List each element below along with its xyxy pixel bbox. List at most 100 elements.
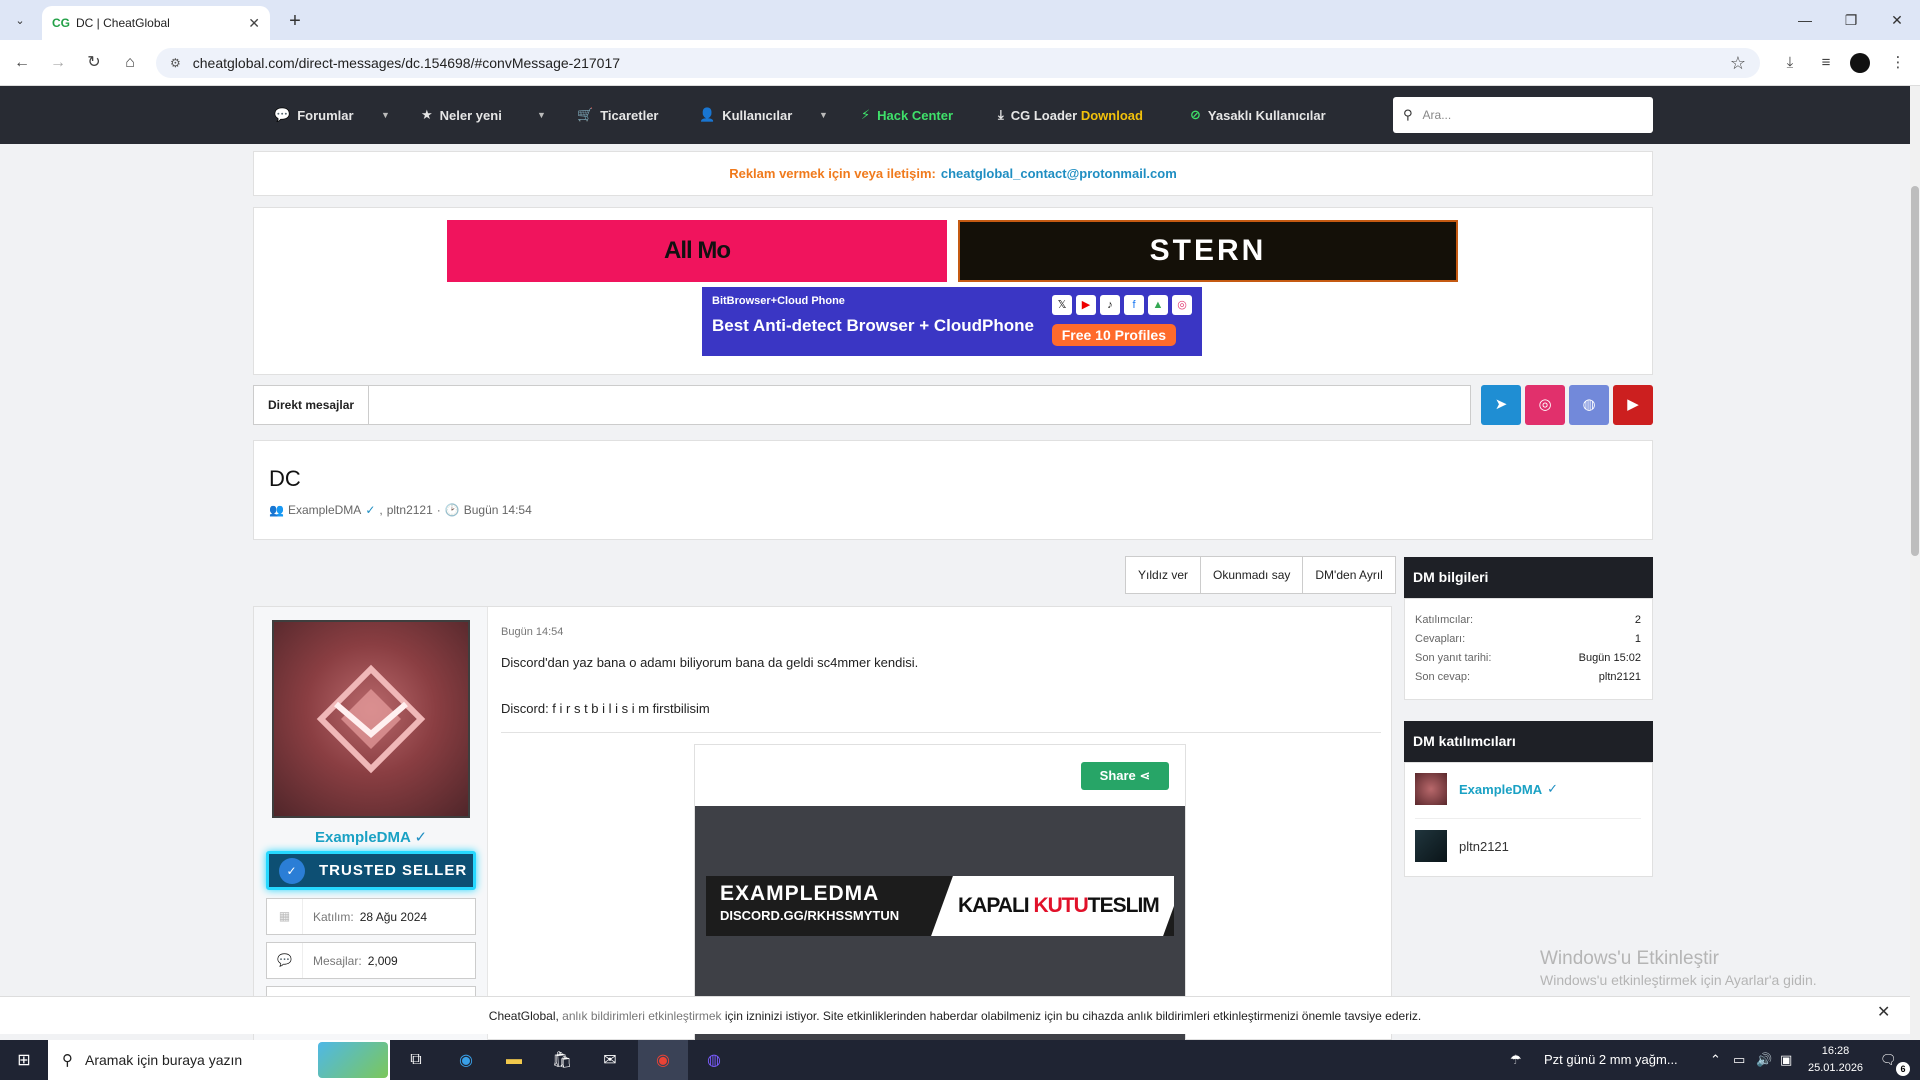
nav-neler-yeni-caret-icon[interactable]: ▼ — [537, 86, 546, 144]
youtube-icon: ▶ — [1076, 295, 1096, 315]
profile-avatar[interactable] — [1850, 53, 1870, 73]
nav-kullanicilar-caret-icon[interactable]: ▼ — [819, 86, 828, 144]
star-icon: ★ — [421, 107, 433, 122]
star-button[interactable]: Yıldız ver — [1126, 557, 1202, 593]
user-icon: 👤 — [699, 107, 716, 122]
ban-icon: ⊘ — [1190, 107, 1201, 122]
restore-icon[interactable]: ❐ — [1828, 0, 1874, 40]
chrome-icon[interactable]: ◉ — [638, 1040, 688, 1080]
author-avatar[interactable] — [272, 620, 470, 818]
instagram-icon: ◎ — [1538, 396, 1552, 413]
taskbar-clock[interactable]: 16:28 25.01.2026 — [1808, 1043, 1863, 1077]
banner-bitbrowser[interactable]: BitBrowser+Cloud Phone Best Anti-detect … — [702, 287, 1202, 356]
window-close-icon[interactable]: ✕ — [1874, 0, 1920, 40]
more-menu-icon[interactable]: ⋮ — [1884, 49, 1912, 77]
bitbrowser-cta: Free 10 Profiles — [1051, 324, 1176, 346]
tiktok-icon: ♪ — [1100, 295, 1120, 315]
meta-participant-1[interactable]: ExampleDMA — [288, 503, 361, 517]
participant-avatar[interactable] — [1415, 830, 1447, 862]
tray-chevron-icon[interactable]: ⌃ — [1710, 1040, 1721, 1080]
action-center-icon[interactable]: 🗨 — [1880, 1040, 1897, 1080]
embed-banner-image: EXAMPLEDMA DISCORD.GG/RKHSSMYTUN KAPALI … — [706, 876, 1174, 936]
ad-label: Reklam vermek için veya iletişim: — [729, 166, 936, 181]
trusted-seller-badge: ✓ TRUSTED SELLER — [266, 851, 476, 890]
share-button[interactable]: Share ⋖ — [1081, 762, 1169, 790]
meet-now-icon[interactable]: ▭ — [1733, 1040, 1745, 1080]
search-input[interactable]: ⚲ Ara... — [1393, 97, 1653, 133]
nav-download-label: Download — [1080, 107, 1143, 123]
back-arrow-icon[interactable]: ← — [8, 49, 36, 77]
meta-participant-2[interactable]: pltn2121 — [387, 503, 433, 517]
url-field[interactable]: ⚙ cheatglobal.com/direct-messages/dc.154… — [156, 48, 1760, 78]
instagram-icon: ◎ — [1172, 295, 1192, 315]
verified-badge-icon: ✓ — [279, 857, 305, 884]
participant-item[interactable]: pltn2121 — [1415, 830, 1509, 862]
nav-forumlar-caret-icon[interactable]: ▼ — [381, 86, 390, 144]
participant-avatar[interactable] — [1415, 773, 1447, 805]
author-name[interactable]: ExampleDMA ✓ — [254, 828, 488, 846]
discord-taskbar-icon[interactable]: ◍ — [694, 1040, 734, 1080]
scrollbar-thumb[interactable] — [1911, 186, 1919, 556]
browser-tab[interactable]: CG DC | CheatGlobal ✕ — [42, 6, 270, 40]
breadcrumb-direkt-mesajlar[interactable]: Direkt mesajlar — [254, 386, 370, 424]
site-settings-icon[interactable]: ⚙ — [170, 56, 181, 70]
download-icon: ⤓ — [998, 107, 1004, 122]
nav-forumlar[interactable]: 💬 Forumlar — [274, 86, 354, 144]
nav-neler-yeni[interactable]: ★ Neler yeni — [421, 86, 502, 144]
weather-icon[interactable]: ☂ — [1510, 1040, 1522, 1080]
participant-item[interactable]: ExampleDMA ✓ — [1415, 773, 1558, 805]
mark-unread-button[interactable]: Okunmadı say — [1201, 557, 1304, 593]
banner-stern[interactable]: STERN — [958, 220, 1458, 282]
messages-icon: 💬 — [267, 943, 303, 978]
discord-icon: ◍ — [1582, 396, 1596, 413]
edge-icon[interactable]: ◉ — [450, 1040, 482, 1080]
bookmark-star-icon[interactable]: ☆ — [1730, 53, 1746, 74]
forward-arrow-icon[interactable]: → — [44, 49, 72, 77]
download-icon[interactable]: ⤓ — [1776, 49, 1804, 77]
tab-close-icon[interactable]: ✕ — [248, 15, 260, 32]
facebook-icon: f — [1124, 295, 1144, 315]
user-messages-stat: 💬 Mesajlar: 2,009 — [266, 942, 476, 979]
nav-hack-center[interactable]: ⚡ Hack Center — [861, 86, 953, 144]
home-icon[interactable]: ⌂ — [116, 49, 144, 77]
youtube-button[interactable]: ▶ — [1613, 385, 1653, 425]
nav-cg-loader[interactable]: ⤓ CG Loader Download — [998, 86, 1143, 144]
nav-ticaretler[interactable]: 🛒 Ticaretler — [577, 86, 658, 144]
verified-icon: ✓ — [1547, 781, 1558, 796]
clock-icon: 🕑 — [444, 503, 460, 517]
trusted-seller-label: TRUSTED SELLER — [319, 862, 468, 879]
conversation-header — [253, 440, 1653, 540]
message-time[interactable]: Bugün 14:54 — [501, 626, 563, 638]
verified-icon: ✓ — [414, 829, 428, 846]
store-icon[interactable]: 🛍 — [546, 1040, 578, 1080]
banner-allmo[interactable]: All Mo — [447, 220, 947, 282]
volume-icon[interactable]: 🔊 — [1756, 1040, 1772, 1080]
weather-text[interactable]: Pzt günü 2 mm yağm... — [1544, 1040, 1678, 1080]
enable-notifications-link[interactable]: anlık bildirimleri etkinleştirmek — [562, 1009, 721, 1023]
windows-activation-watermark: Windows'u Etkinleştir Windows'u etkinleş… — [1540, 948, 1817, 988]
message-line-1: Discord'dan yaz bana o adamı biliyorum b… — [501, 655, 919, 670]
windows-start-icon[interactable]: ⊞ — [8, 1040, 40, 1080]
new-tab-plus-icon[interactable]: + — [282, 8, 308, 34]
task-view-icon[interactable]: ⧉ — [400, 1040, 432, 1080]
instagram-button[interactable]: ◎ — [1525, 385, 1565, 425]
nav-yasakli-kullanicilar[interactable]: ⊘ Yasaklı Kullanıcılar — [1190, 86, 1326, 144]
taskbar-search-input[interactable]: ⚲ Aramak için buraya yazın — [48, 1040, 390, 1080]
tab-list-chevron-icon[interactable]: ⌄ — [8, 10, 32, 32]
network-icon[interactable]: ▣ — [1780, 1040, 1792, 1080]
conversation-actions: Yıldız ver Okunmadı say DM'den Ayrıl — [1125, 556, 1396, 594]
reload-icon[interactable]: ↻ — [80, 49, 108, 77]
media-control-icon[interactable]: ≡ — [1812, 49, 1840, 77]
google-ads-icon: ▲ — [1148, 295, 1168, 315]
push-notification-bar: CheatGlobal, anlık bildirimleri etkinleş… — [0, 996, 1910, 1034]
users-icon: 👥 — [269, 503, 284, 517]
ad-email-link[interactable]: cheatglobal_contact@protonmail.com — [941, 166, 1177, 181]
discord-button[interactable]: ◍ — [1569, 385, 1609, 425]
notification-close-icon[interactable]: ✕ — [1877, 1002, 1890, 1022]
minimize-icon[interactable]: — — [1782, 0, 1828, 40]
mail-icon[interactable]: ✉ — [594, 1040, 626, 1080]
file-explorer-icon[interactable]: ▬ — [498, 1040, 530, 1080]
leave-conversation-button[interactable]: DM'den Ayrıl — [1303, 557, 1394, 593]
nav-kullanicilar[interactable]: 👤 Kullanıcılar — [699, 86, 792, 144]
telegram-button[interactable]: ➤ — [1481, 385, 1521, 425]
